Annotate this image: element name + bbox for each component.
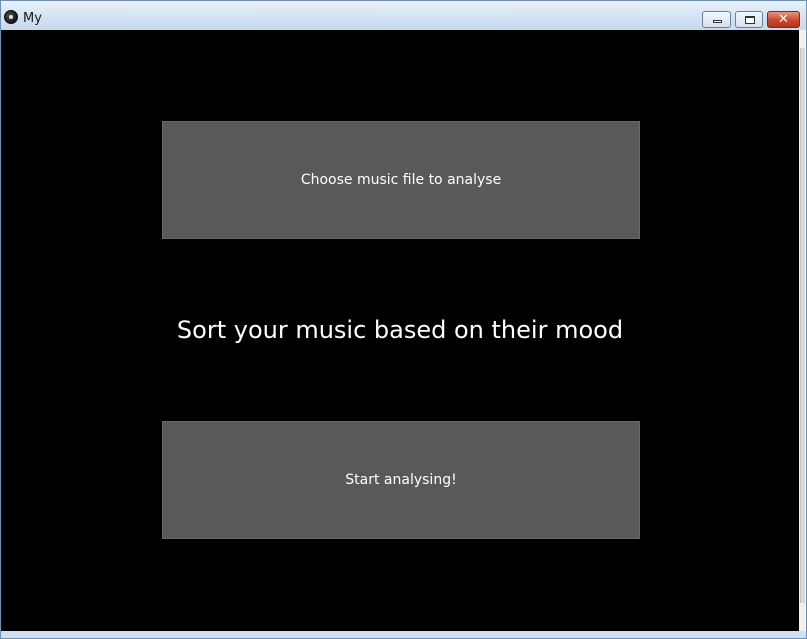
- choose-music-file-button[interactable]: Choose music file to analyse: [162, 121, 640, 239]
- close-button[interactable]: ✕: [767, 11, 800, 28]
- app-icon[interactable]: [4, 10, 18, 24]
- window-title: My: [23, 11, 42, 26]
- minimize-button[interactable]: [702, 11, 731, 28]
- start-analysing-button[interactable]: Start analysing!: [162, 421, 640, 539]
- app-window: My ✕ Choose music file to analyse Sort y…: [0, 0, 807, 639]
- window-bottom-border: [1, 631, 806, 638]
- minimize-icon: [713, 20, 722, 23]
- start-analysing-label: Start analysing!: [345, 472, 457, 488]
- close-icon: ✕: [778, 12, 789, 27]
- choose-music-file-label: Choose music file to analyse: [300, 172, 502, 188]
- app-content: Choose music file to analyse Sort your m…: [1, 30, 799, 631]
- vertical-scrollbar[interactable]: [799, 30, 806, 631]
- scrollbar-thumb[interactable]: [800, 48, 805, 603]
- maximize-icon: [745, 16, 755, 24]
- maximize-button[interactable]: [735, 11, 763, 28]
- title-bar[interactable]: My ✕: [1, 1, 806, 30]
- page-title: Sort your music based on their mood: [176, 316, 624, 344]
